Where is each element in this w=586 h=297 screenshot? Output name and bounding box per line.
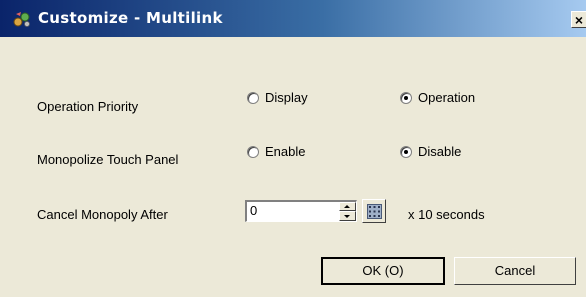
arrow-down-icon — [344, 215, 350, 218]
radio-operation-label: Operation — [418, 90, 476, 105]
cancel-monopoly-value[interactable]: 0 — [250, 203, 257, 218]
cancel-monopoly-spinbox[interactable]: 0 — [245, 200, 357, 222]
radio-display[interactable]: Display — [247, 90, 308, 105]
customize-dialog: Customize - Multilink × Operation Priori… — [0, 0, 586, 297]
radio-enable-label: Enable — [265, 144, 306, 159]
title-bar[interactable]: Customize - Multilink × — [0, 0, 586, 37]
radio-disable-indicator[interactable] — [400, 145, 412, 158]
close-icon: × — [574, 12, 584, 28]
cancel-button[interactable]: Cancel — [454, 257, 576, 285]
radio-display-label: Display — [265, 90, 308, 105]
spin-down-button[interactable] — [339, 211, 356, 221]
spin-buttons — [339, 202, 356, 221]
ok-button[interactable]: OK (O) — [321, 257, 445, 285]
monopolize-touch-panel-label: Monopolize Touch Panel — [37, 152, 179, 167]
operation-priority-label: Operation Priority — [37, 99, 139, 114]
cancel-monopoly-label: Cancel Monopoly After — [37, 207, 168, 222]
radio-enable-indicator[interactable] — [247, 145, 259, 158]
radio-display-indicator[interactable] — [247, 91, 259, 104]
radio-enable[interactable]: Enable — [247, 144, 305, 159]
spin-up-button[interactable] — [339, 202, 356, 211]
keypad-icon — [367, 204, 382, 219]
arrow-up-icon — [344, 205, 350, 208]
seconds-unit-label: x 10 seconds — [408, 207, 485, 222]
radio-disable[interactable]: Disable — [400, 144, 461, 159]
radio-operation-indicator[interactable] — [400, 91, 412, 104]
close-button[interactable]: × — [571, 11, 586, 28]
radio-disable-label: Disable — [418, 144, 462, 159]
radio-operation[interactable]: Operation — [400, 90, 475, 105]
keypad-button[interactable] — [362, 199, 386, 223]
window-title: Customize - Multilink — [38, 9, 223, 27]
multilink-app-icon — [13, 12, 30, 27]
